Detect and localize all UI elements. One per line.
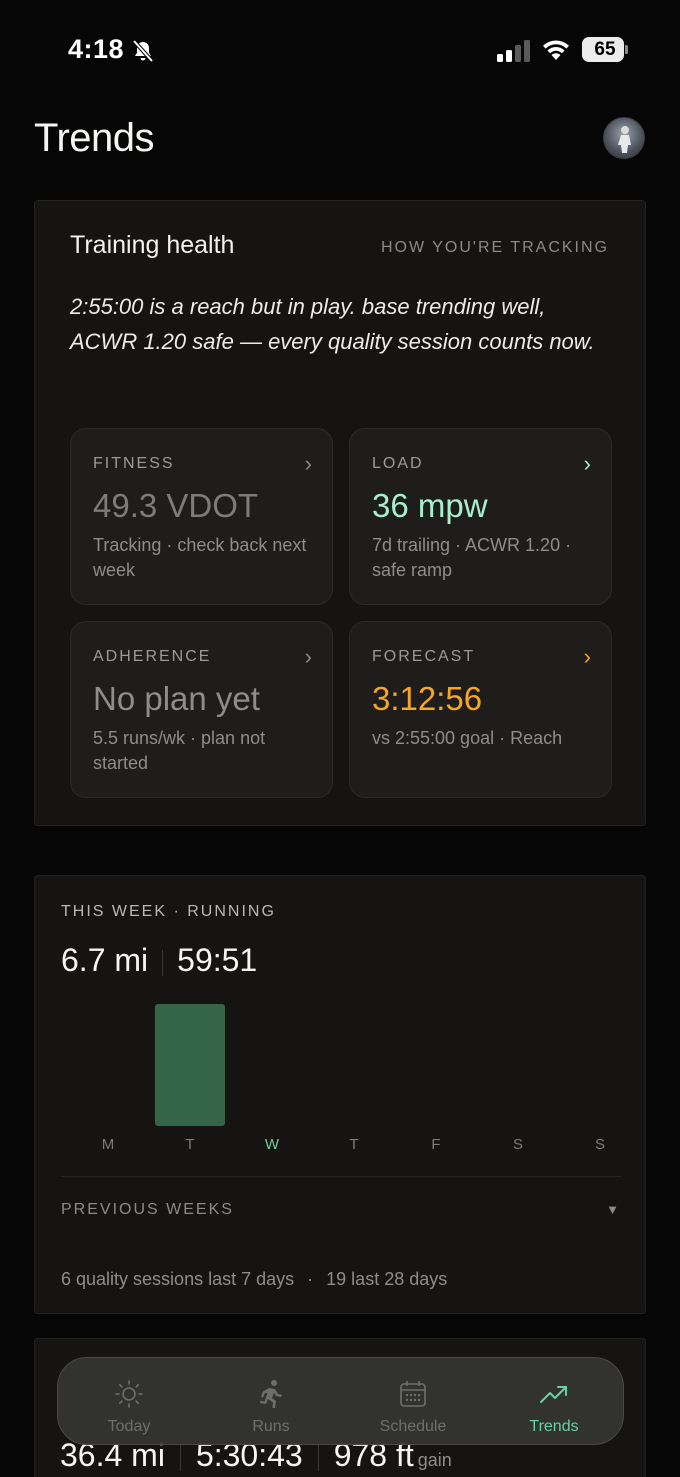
load-value: 36 mpw	[372, 487, 488, 524]
status-bar: 4:18 65	[0, 0, 680, 100]
adherence-value: No plan yet	[93, 680, 260, 717]
previous-weeks-toggle[interactable]: PREVIOUS WEEKS	[61, 1201, 234, 1219]
forecast-tile[interactable]: FORECAST › 3:12:56 vs 2:55:00 goal · Rea…	[349, 621, 612, 798]
week-duration: 59:51	[177, 942, 258, 978]
fitness-label: FITNESS	[93, 455, 175, 472]
day-label-1: T	[185, 1136, 194, 1153]
tab-schedule[interactable]: Schedule	[342, 1358, 484, 1446]
training-health-card: Training health HOW YOU'RE TRACKING 2:55…	[34, 200, 646, 826]
stat-divider	[317, 1444, 319, 1471]
tab-runs[interactable]: Runs	[200, 1358, 342, 1446]
quality-28d: 19 last 28 days	[326, 1269, 448, 1289]
this-week-card: THIS WEEK · RUNNING 6.7 mi 59:51 MTWTFSS …	[34, 875, 646, 1314]
runner-photo-icon	[618, 126, 631, 153]
quality-7d: 6 quality sessions last 7 days	[61, 1269, 295, 1289]
load-label: LOAD	[372, 455, 424, 472]
adherence-label: ADHERENCE	[93, 648, 212, 665]
quality-sessions-summary: 6 quality sessions last 7 days · 19 last…	[61, 1269, 447, 1290]
week-distance: 6.7 mi	[61, 942, 149, 978]
load-tile[interactable]: LOAD › 36 mpw 7d trailing · ACWR 1.20 · …	[349, 428, 612, 605]
tab-runs-label: Runs	[252, 1418, 290, 1435]
training-health-summary: 2:55:00 is a reach but in play. base tre…	[70, 294, 595, 354]
fitness-subtext: Tracking · check back next week	[93, 535, 307, 580]
caret-down-icon[interactable]: ▼	[606, 1202, 619, 1217]
bell-muted-icon	[132, 39, 154, 63]
adherence-subtext: 5.5 runs/wk · plan not started	[93, 728, 266, 773]
weekly-bar-chart: MTWTFSS	[102, 1004, 605, 1153]
day-label-6: S	[595, 1136, 605, 1153]
fitness-value: 49.3 VDOT	[93, 487, 259, 524]
chevron-right-icon: ›	[304, 451, 312, 476]
day-label-4: F	[431, 1136, 440, 1153]
forecast-value: 3:12:56	[372, 680, 483, 717]
training-health-title: Training health	[70, 231, 235, 259]
load-subtext: 7d trailing · ACWR 1.20 · safe ramp	[372, 535, 572, 580]
forecast-subtext: vs 2:55:00 goal · Reach	[372, 728, 563, 748]
tab-today[interactable]: Today	[58, 1358, 200, 1446]
page-title: Trends	[34, 116, 155, 160]
how-youre-tracking-link[interactable]: HOW YOU'RE TRACKING	[381, 239, 609, 257]
tab-trends[interactable]: Trends	[483, 1358, 625, 1446]
trend-up-icon	[540, 1386, 567, 1403]
calendar-icon	[400, 1381, 426, 1407]
separator-dot: ·	[307, 1269, 314, 1289]
day-label-2: W	[265, 1136, 280, 1153]
wifi-icon	[543, 40, 569, 60]
day-label-0: M	[102, 1136, 115, 1153]
sun-icon	[115, 1380, 143, 1408]
this-week-stats: 6.7 mi 59:51	[61, 942, 257, 979]
chevron-right-icon: ›	[583, 451, 591, 476]
stat-divider	[162, 949, 164, 976]
battery-indicator: 65	[582, 37, 628, 63]
runner-icon	[260, 1380, 282, 1408]
elevation-unit: gain	[417, 1450, 452, 1470]
stat-divider	[179, 1444, 181, 1471]
this-week-label: THIS WEEK · RUNNING	[61, 903, 276, 920]
chevron-right-icon: ›	[304, 644, 312, 669]
tab-schedule-label: Schedule	[379, 1418, 447, 1435]
tab-bar: Today Runs Schedule Trends	[57, 1357, 624, 1445]
tab-today-label: Today	[107, 1418, 151, 1435]
forecast-label: FORECAST	[372, 648, 476, 665]
section-divider	[61, 1176, 621, 1177]
day-label-5: S	[513, 1136, 523, 1153]
battery-level: 65	[594, 39, 616, 60]
bar-1	[155, 1004, 225, 1126]
chevron-right-icon: ›	[583, 644, 591, 669]
tab-trends-label: Trends	[529, 1418, 579, 1435]
adherence-tile[interactable]: ADHERENCE › No plan yet 5.5 runs/wk · pl…	[70, 621, 333, 798]
cellular-signal-icon	[497, 40, 530, 62]
avatar[interactable]	[603, 117, 645, 159]
day-label-3: T	[349, 1136, 358, 1153]
fitness-tile[interactable]: FITNESS › 49.3 VDOT Tracking · check bac…	[70, 428, 333, 605]
status-time: 4:18	[68, 34, 125, 64]
